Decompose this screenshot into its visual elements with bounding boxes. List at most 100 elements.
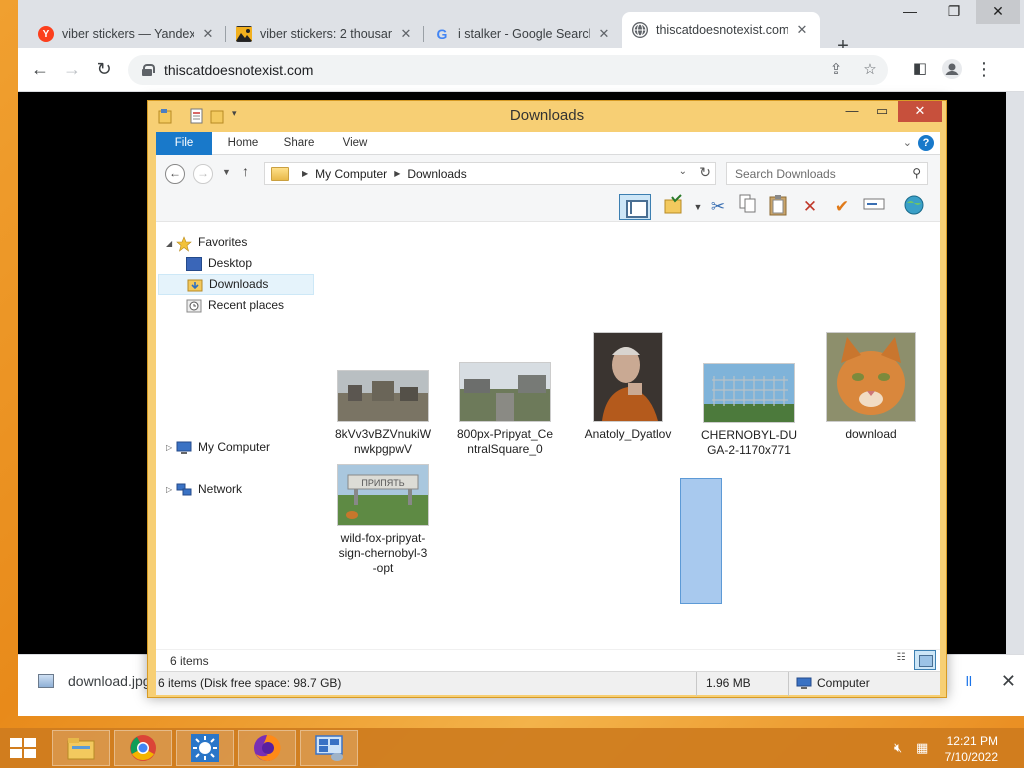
navigation-pane: ◢ Favorites Desktop Downloads Recent pla… bbox=[156, 222, 316, 649]
file-name-line: nwkpgpwV bbox=[353, 442, 413, 456]
expanded-arrow-icon[interactable]: ◢ bbox=[166, 239, 172, 248]
nav-label: Downloads bbox=[209, 277, 269, 291]
side-panel-icon[interactable]: ◧ bbox=[908, 58, 932, 82]
checkmark-icon[interactable]: ✔ bbox=[828, 194, 856, 220]
brightness-app-taskbar-icon[interactable] bbox=[176, 730, 234, 766]
tab-thiscatdoesnotexist[interactable]: thiscatdoesnotexist.com ✕ bbox=[622, 12, 820, 48]
file-explorer-taskbar-icon[interactable] bbox=[52, 730, 110, 766]
url-text[interactable]: thiscatdoesnotexist.com bbox=[164, 62, 313, 78]
download-item[interactable]: download.jpg bbox=[38, 673, 151, 689]
tab-file[interactable]: File bbox=[156, 132, 212, 155]
search-icon[interactable]: ⚲ bbox=[912, 166, 921, 180]
close-icon[interactable]: ✕ bbox=[1001, 671, 1016, 692]
file-item[interactable]: 8kVv3vBZVnukiW nwkpgpwV bbox=[328, 370, 438, 457]
file-name-line: ntralSquare_0 bbox=[467, 442, 543, 456]
chevron-down-icon[interactable]: ⌄ bbox=[679, 166, 687, 177]
clock-date[interactable]: 7/10/2022 bbox=[945, 750, 998, 764]
back-arrow-icon[interactable]: ← bbox=[28, 58, 52, 82]
expand-ribbon-icon[interactable]: ⌄ bbox=[903, 136, 912, 149]
file-item[interactable]: download bbox=[816, 332, 926, 442]
cut-icon[interactable]: ✂ bbox=[704, 194, 732, 220]
back-arrow-icon[interactable]: ← bbox=[165, 164, 185, 184]
menu-kebab-icon[interactable]: ⋮ bbox=[972, 58, 996, 82]
breadcrumb-my-computer[interactable]: My Computer bbox=[315, 167, 387, 181]
nav-my-computer[interactable]: My Computer bbox=[176, 437, 270, 458]
file-item[interactable]: CHERNOBYL-DU GA-2-1170x771 bbox=[694, 363, 804, 458]
chevron-right-icon[interactable]: ▶ bbox=[394, 169, 400, 178]
command-bar: ▼ ✂ ✕ ✔ bbox=[156, 192, 940, 222]
close-icon[interactable]: ✕ bbox=[200, 26, 216, 42]
nav-downloads[interactable]: Downloads bbox=[158, 274, 314, 295]
disk-space-status: 6 items (Disk free space: 98.7 GB) bbox=[158, 676, 342, 690]
address-bar[interactable]: thiscatdoesnotexist.com ⇪ ☆ bbox=[128, 55, 888, 85]
address-bar[interactable]: ▶ My Computer ▶ Downloads ⌄ ↻ bbox=[264, 162, 716, 185]
nav-favorites[interactable]: Favorites bbox=[176, 232, 247, 253]
clock-time[interactable]: 12:21 PM bbox=[947, 734, 998, 748]
up-arrow-icon[interactable]: ↑ bbox=[242, 163, 249, 179]
copy-icon[interactable] bbox=[734, 194, 762, 220]
minimize-button[interactable]: — bbox=[838, 101, 866, 122]
remote-desktop-taskbar-icon[interactable] bbox=[300, 730, 358, 766]
internet-icon[interactable] bbox=[900, 194, 928, 220]
forward-arrow-icon[interactable]: → bbox=[60, 58, 84, 82]
show-all-downloads-icon[interactable]: ll bbox=[966, 673, 972, 689]
lock-icon[interactable] bbox=[142, 64, 155, 76]
file-name-line: -opt bbox=[372, 561, 394, 575]
nav-recent-places[interactable]: Recent places bbox=[186, 295, 284, 316]
bookmark-star-icon[interactable]: ☆ bbox=[858, 55, 882, 85]
firefox-taskbar-icon[interactable] bbox=[238, 730, 296, 766]
file-item[interactable]: ПРИПЯТЬ wild-fox-pripyat- sign-chernobyl… bbox=[328, 464, 438, 576]
windows-start-icon[interactable] bbox=[10, 738, 38, 760]
computer-icon bbox=[796, 677, 812, 689]
breadcrumb-downloads[interactable]: Downloads bbox=[407, 167, 466, 181]
tab-view[interactable]: View bbox=[330, 132, 380, 155]
tab-google-search[interactable]: G i stalker - Google Search ✕ bbox=[424, 20, 622, 48]
explorer-window: ▾ Downloads — ▭ ✕ File Home Share View ⌄… bbox=[147, 100, 947, 698]
file-item[interactable]: Anatoly_Dyatlov bbox=[573, 332, 683, 442]
explorer-titlebar[interactable]: ▾ Downloads — ▭ ✕ bbox=[148, 101, 946, 131]
close-icon[interactable]: ✕ bbox=[596, 26, 612, 42]
tab-image-search[interactable]: viber stickers: 2 thousand ✕ bbox=[226, 20, 424, 48]
rename-icon[interactable] bbox=[860, 194, 888, 220]
nav-desktop[interactable]: Desktop bbox=[186, 253, 252, 274]
nav-label: Network bbox=[198, 482, 243, 496]
file-name-line: 800px-Pripyat_Ce bbox=[456, 427, 554, 441]
close-icon[interactable]: ✕ bbox=[398, 26, 414, 42]
reload-icon[interactable]: ↻ bbox=[92, 58, 116, 82]
chevron-right-icon[interactable]: ▶ bbox=[302, 169, 308, 178]
profile-avatar-icon[interactable] bbox=[940, 58, 964, 82]
file-item[interactable]: 800px-Pripyat_Ce ntralSquare_0 bbox=[450, 362, 560, 457]
details-view-icon[interactable]: ☷ bbox=[892, 652, 910, 668]
tab-yandex[interactable]: Y viber stickers — Yandex: ✕ bbox=[28, 20, 226, 48]
close-icon[interactable]: ✕ bbox=[794, 22, 810, 38]
delete-icon[interactable]: ✕ bbox=[796, 194, 824, 220]
share-icon[interactable]: ⇪ bbox=[824, 55, 848, 85]
tab-title: viber stickers: 2 thousand bbox=[260, 27, 392, 41]
close-button[interactable]: ✕ bbox=[898, 101, 942, 122]
window-pane bbox=[24, 738, 36, 747]
help-icon[interactable]: ? bbox=[918, 135, 934, 151]
maximize-button[interactable]: ▭ bbox=[868, 101, 896, 122]
drag-selection-rectangle bbox=[680, 478, 722, 604]
location-label: Computer bbox=[817, 676, 870, 690]
large-icons-view-icon[interactable] bbox=[914, 650, 936, 670]
volume-muted-icon[interactable]: 🔇︎ bbox=[894, 740, 902, 756]
chrome-taskbar-icon[interactable] bbox=[114, 730, 172, 766]
star-icon bbox=[176, 235, 192, 252]
search-input[interactable]: Search Downloads ⚲ bbox=[726, 162, 928, 185]
recent-locations-icon[interactable]: ▼ bbox=[222, 167, 231, 177]
tab-home[interactable]: Home bbox=[218, 132, 268, 155]
download-filename[interactable]: download.jpg bbox=[68, 673, 151, 689]
google-icon: G bbox=[436, 26, 448, 42]
paste-icon[interactable] bbox=[764, 194, 792, 220]
collapsed-arrow-icon[interactable]: ▷ bbox=[166, 443, 172, 452]
window-pane bbox=[10, 749, 22, 758]
tab-share[interactable]: Share bbox=[274, 132, 324, 155]
network-icon[interactable]: ▦ bbox=[916, 740, 928, 756]
preview-pane-icon[interactable] bbox=[619, 194, 651, 220]
refresh-icon[interactable]: ↻ bbox=[699, 164, 711, 181]
file-name-line: GA-2-1170x771 bbox=[707, 443, 791, 457]
collapsed-arrow-icon[interactable]: ▷ bbox=[166, 485, 172, 494]
forward-arrow-icon[interactable]: → bbox=[193, 164, 213, 184]
nav-network[interactable]: Network bbox=[176, 479, 242, 500]
